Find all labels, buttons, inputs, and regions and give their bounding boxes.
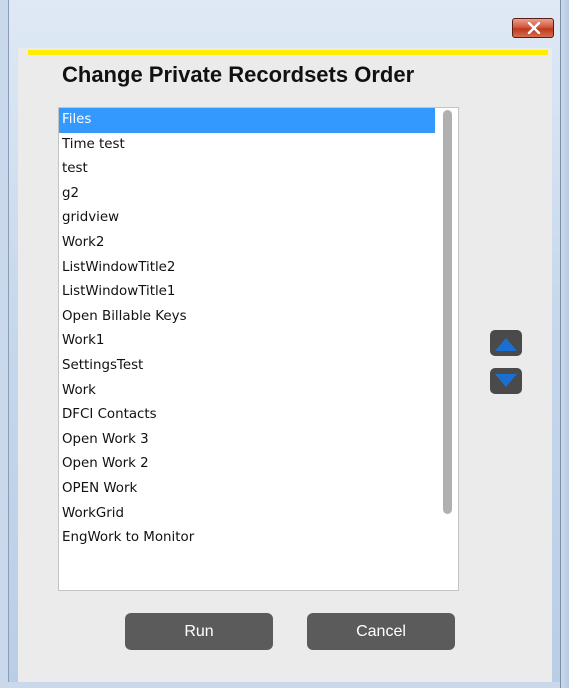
list-item[interactable]: Work1 — [59, 329, 435, 354]
list-scrollbar[interactable] — [437, 108, 457, 590]
list-item[interactable]: Work — [59, 379, 435, 404]
list-item[interactable]: SettingsTest — [59, 354, 435, 379]
recordsets-listbox[interactable]: Files Time test test g2 gridview Work2 ListWin… — [58, 107, 459, 591]
run-button[interactable]: Run — [125, 613, 273, 650]
move-up-triangle-icon — [495, 338, 517, 351]
list-item[interactable]: Time test — [59, 133, 435, 158]
close-x-icon — [527, 22, 541, 34]
list-item[interactable]: ListWindowTitle2 — [59, 256, 435, 281]
list-item[interactable]: EngWork to Monitor — [59, 526, 435, 551]
window-bottom-border — [8, 682, 560, 688]
list-item[interactable]: OPEN Work — [59, 477, 435, 502]
dialog-title: Change Private Recordsets Order — [62, 62, 415, 87]
window-right-border — [560, 0, 569, 688]
scrollbar-thumb[interactable] — [443, 110, 452, 514]
move-down-triangle-icon — [495, 374, 517, 387]
window-left-border — [0, 0, 9, 688]
dialog-window: Change Private Recordsets Order Files Tim… — [0, 0, 569, 688]
list-item[interactable]: Open Billable Keys — [59, 305, 435, 330]
list-item[interactable]: Open Work 3 — [59, 428, 435, 453]
cancel-button[interactable]: Cancel — [307, 613, 455, 650]
list-item[interactable]: Open Work 2 — [59, 452, 435, 477]
dialog-content: Change Private Recordsets Order Files Tim… — [18, 48, 552, 682]
recordsets-list: Files Time test test g2 gridview Work2 ListWin… — [59, 108, 458, 551]
move-down-button[interactable] — [490, 368, 522, 394]
close-button[interactable] — [512, 18, 554, 38]
list-item[interactable]: gridview — [59, 206, 435, 231]
list-item[interactable]: WorkGrid — [59, 502, 435, 527]
list-item[interactable]: test — [59, 157, 435, 182]
list-item[interactable]: g2 — [59, 182, 435, 207]
title-accent-bar — [28, 50, 548, 55]
list-item[interactable]: Work2 — [59, 231, 435, 256]
list-item[interactable]: DFCI Contacts — [59, 403, 435, 428]
list-item[interactable]: Files — [59, 108, 435, 133]
move-up-button[interactable] — [490, 330, 522, 356]
list-item[interactable]: ListWindowTitle1 — [59, 280, 435, 305]
